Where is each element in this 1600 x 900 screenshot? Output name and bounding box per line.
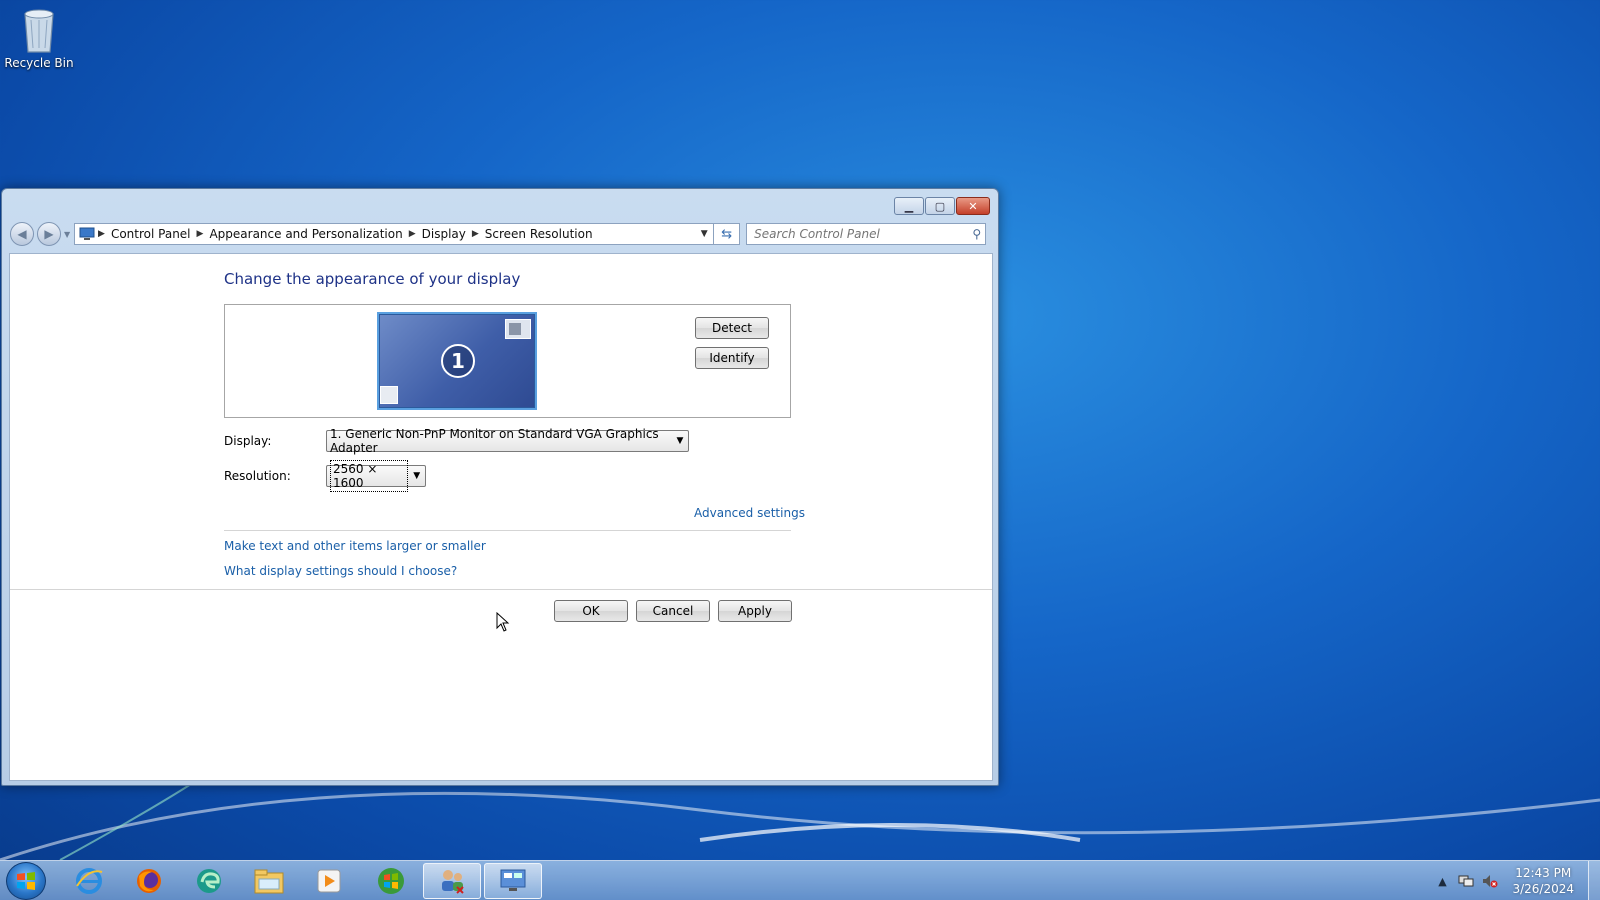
resolution-select[interactable]: 2560 × 1600 ▼ <box>326 460 426 492</box>
window-thumbnail-icon <box>505 319 531 339</box>
detect-button[interactable]: Detect <box>695 317 769 339</box>
system-tray: ▲ 12:43 PM 3/26/2024 <box>1430 861 1600 900</box>
users-icon <box>442 870 464 894</box>
resolution-label: Resolution: <box>224 469 291 483</box>
forward-arrow-icon: ▶ <box>44 227 54 241</box>
maximize-icon: ▢ <box>934 199 946 213</box>
mouse-cursor-icon <box>496 612 510 632</box>
window-controls: ▁ ▢ ✕ <box>894 197 990 215</box>
taskbar-internet-explorer[interactable] <box>60 863 118 899</box>
media-player-icon <box>317 869 341 893</box>
file-explorer-icon <box>254 869 284 894</box>
monitor-number: 1 <box>441 344 475 378</box>
clock[interactable]: 12:43 PM 3/26/2024 <box>1512 865 1574 897</box>
navigation-bar: ◀ ▶ ▼ ▶ Control Panel ▶ Appearance and P… <box>10 221 990 247</box>
address-bar[interactable]: ▶ Control Panel ▶ Appearance and Persona… <box>74 223 715 245</box>
volume-muted-icon[interactable] <box>1481 872 1499 890</box>
desktop-icon-label: Recycle Bin <box>4 56 74 70</box>
forward-button[interactable]: ▶ <box>37 222 61 246</box>
divider <box>224 530 791 531</box>
resolution-select-value: 2560 × 1600 <box>330 460 409 492</box>
back-arrow-icon: ◀ <box>17 227 27 241</box>
taskbar-media-player[interactable] <box>300 863 358 899</box>
control-panel-icon <box>500 869 526 891</box>
breadcrumb-separator-icon[interactable]: ▶ <box>472 229 479 239</box>
internet-explorer-icon <box>76 868 103 894</box>
display-help-link[interactable]: What display settings should I choose? <box>224 564 457 578</box>
desktop-icon-recycle-bin[interactable]: Recycle Bin <box>4 6 74 70</box>
show-hidden-icons-chevron-up-icon[interactable]: ▲ <box>1433 872 1451 890</box>
taskbar-thumbnail-icon <box>380 386 398 404</box>
screen-resolution-window: ▁ ▢ ✕ ◀ ▶ ▼ ▶ Control Panel ▶ Appearance… <box>1 188 999 786</box>
close-button[interactable]: ✕ <box>956 197 990 215</box>
monitor-1-tile[interactable]: 1 <box>377 312 537 410</box>
refresh-button[interactable]: ⇆ <box>714 223 741 245</box>
taskbar-edge[interactable] <box>180 863 238 899</box>
breadcrumb-separator-icon: ▶ <box>95 229 105 239</box>
back-button[interactable]: ◀ <box>10 222 34 246</box>
close-icon: ✕ <box>968 199 978 213</box>
content-pane: Change the appearance of your display 1 … <box>9 253 993 781</box>
breadcrumb-separator-icon[interactable]: ▶ <box>197 229 204 239</box>
edge-icon <box>197 869 221 893</box>
identify-button[interactable]: Identify <box>695 347 769 369</box>
show-desktop-button[interactable] <box>1588 861 1600 900</box>
display-select-value: 1. Generic Non-PnP Monitor on Standard V… <box>330 427 659 455</box>
text-size-link[interactable]: Make text and other items larger or smal… <box>224 539 486 553</box>
clock-time: 12:43 PM <box>1515 866 1572 880</box>
network-icon[interactable] <box>1457 872 1475 890</box>
taskbar-firefox[interactable] <box>120 863 178 899</box>
control-panel-icon <box>79 227 95 240</box>
taskbar: ▲ 12:43 PM 3/26/2024 <box>0 860 1600 900</box>
windows-update-icon <box>378 868 404 894</box>
taskbar-file-explorer[interactable] <box>240 863 298 899</box>
cancel-button[interactable]: Cancel <box>636 600 710 622</box>
minimize-icon: ▁ <box>904 199 914 213</box>
maximize-button[interactable]: ▢ <box>925 197 955 215</box>
taskbar-control-panel[interactable] <box>484 863 542 899</box>
monitor-arrangement-panel: 1 Detect Identify <box>224 304 791 418</box>
ok-button[interactable]: OK <box>554 600 628 622</box>
taskbar-users[interactable] <box>423 863 481 899</box>
search-input[interactable] <box>754 227 973 241</box>
apply-button[interactable]: Apply <box>718 600 792 622</box>
divider <box>10 589 992 590</box>
display-select[interactable]: 1. Generic Non-PnP Monitor on Standard V… <box>326 427 689 455</box>
windows-logo-icon <box>17 872 35 890</box>
search-box[interactable]: ⚲ <box>746 223 987 245</box>
display-label: Display: <box>224 434 272 448</box>
recent-pages-dropdown[interactable]: ▼ <box>64 230 70 239</box>
address-dropdown-icon[interactable]: ▼ <box>695 229 713 239</box>
start-button[interactable] <box>6 862 46 900</box>
search-icon[interactable]: ⚲ <box>972 227 981 241</box>
page-title: Change the appearance of your display <box>224 270 521 288</box>
breadcrumb-appearance[interactable]: Appearance and Personalization <box>209 227 402 241</box>
minimize-button[interactable]: ▁ <box>894 197 924 215</box>
refresh-icon: ⇆ <box>721 226 733 242</box>
advanced-settings-link[interactable]: Advanced settings <box>694 506 805 520</box>
chevron-down-icon: ▼ <box>676 436 684 446</box>
recycle-bin-icon <box>24 9 54 53</box>
chevron-down-icon: ▼ <box>413 471 421 481</box>
clock-date: 3/26/2024 <box>1512 882 1574 896</box>
breadcrumb-separator-icon[interactable]: ▶ <box>409 229 416 239</box>
breadcrumb-display[interactable]: Display <box>422 227 466 241</box>
breadcrumb-control-panel[interactable]: Control Panel <box>111 227 191 241</box>
breadcrumb-screen-resolution[interactable]: Screen Resolution <box>485 227 593 241</box>
taskbar-windows-update[interactable] <box>362 863 420 899</box>
firefox-icon <box>137 869 161 893</box>
